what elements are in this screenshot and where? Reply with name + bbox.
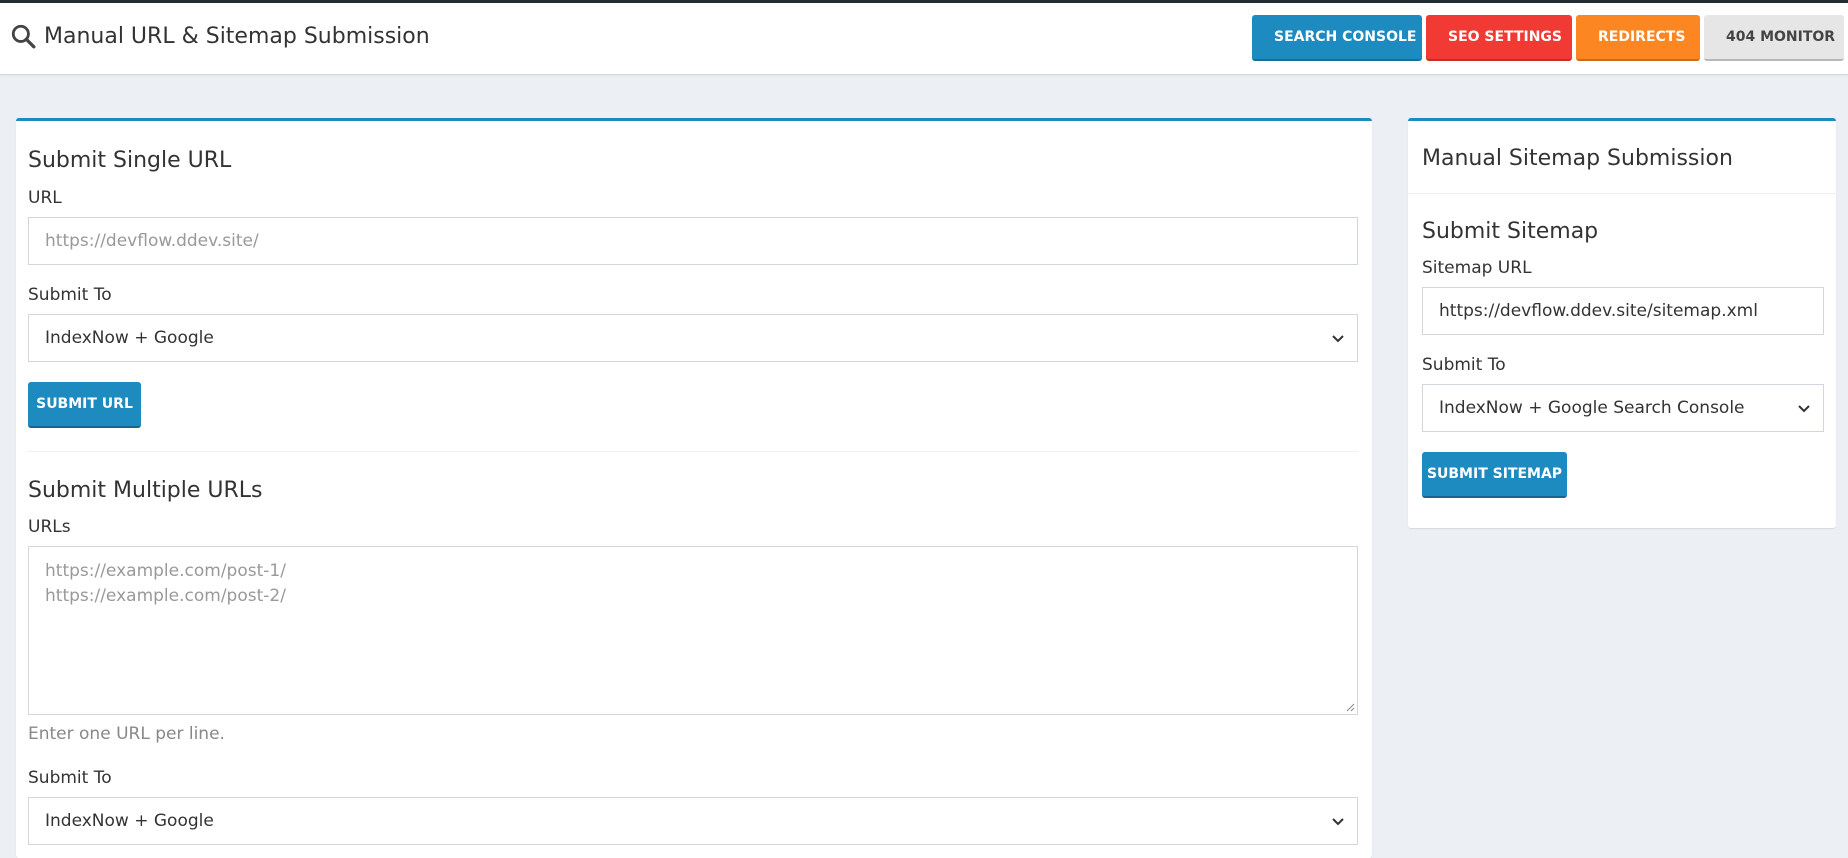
404-monitor-label: 404 MONITOR [1726,29,1836,45]
seo-settings-button[interactable]: SEO SETTINGS [1426,15,1572,61]
sitemap-submit-to-select[interactable]: IndexNow + Google Search Console [1422,384,1824,432]
urls-label: URLs [28,517,71,537]
chevron-down-icon [1332,818,1344,826]
search-icon [11,24,36,49]
single-submit-to-value: IndexNow + Google [45,328,214,348]
submit-sitemap-title: Submit Sitemap [1422,219,1599,244]
placeholder-line: https://example.com/post-1/ [45,561,286,581]
urls-help-text: Enter one URL per line. [28,724,225,744]
seo-settings-label: SEO SETTINGS [1448,29,1562,45]
redirects-button[interactable]: REDIRECTS [1576,15,1700,61]
multiple-urls-title: Submit Multiple URLs [28,478,263,503]
multi-submit-to-label: Submit To [28,768,112,788]
header-toolbar: SEARCH CONSOLE SEO SETTINGS REDIRECTS 40… [1252,15,1844,61]
page-title: Manual URL & Sitemap Submission [10,23,430,49]
single-url-title: Submit Single URL [28,148,232,173]
sitemap-submit-to-value: IndexNow + Google Search Console [1439,398,1745,418]
url-input[interactable]: https://devflow.ddev.site/ [28,217,1358,265]
sitemap-url-input[interactable]: https://devflow.ddev.site/sitemap.xml [1422,287,1824,335]
chevron-down-icon [1798,405,1810,413]
chevron-down-icon [1332,335,1344,343]
sitemap-url-label: Sitemap URL [1422,258,1532,278]
page-header: Manual URL & Sitemap Submission SEARCH C… [0,3,1848,75]
submit-url-button[interactable]: SUBMIT URL [28,382,141,428]
section-divider [28,451,1358,452]
resize-handle-icon[interactable] [1345,702,1355,712]
sitemap-submit-to-label: Submit To [1422,355,1506,375]
url-label: URL [28,188,62,208]
single-submit-to-select[interactable]: IndexNow + Google [28,314,1358,362]
url-submission-box: Submit Single URL URL https://devflow.dd… [16,118,1372,858]
placeholder-line: https://example.com/post-2/ [45,586,286,606]
page-title-text: Manual URL & Sitemap Submission [44,23,430,49]
single-submit-to-label: Submit To [28,285,112,305]
box-header-divider [1408,193,1836,194]
404-monitor-button[interactable]: 404 MONITOR [1704,15,1844,61]
sitemap-submission-box: Manual Sitemap Submission Submit Sitemap… [1408,118,1836,528]
search-console-label: SEARCH CONSOLE [1274,29,1417,45]
redirects-label: REDIRECTS [1598,29,1686,45]
multi-submit-to-value: IndexNow + Google [45,811,214,831]
multi-submit-to-select[interactable]: IndexNow + Google [28,797,1358,845]
sitemap-box-title: Manual Sitemap Submission [1422,146,1733,171]
urls-textarea[interactable]: https://example.com/post-1/ https://exam… [28,546,1358,715]
submit-sitemap-button[interactable]: SUBMIT SITEMAP [1422,452,1567,498]
search-console-button[interactable]: SEARCH CONSOLE [1252,15,1422,61]
